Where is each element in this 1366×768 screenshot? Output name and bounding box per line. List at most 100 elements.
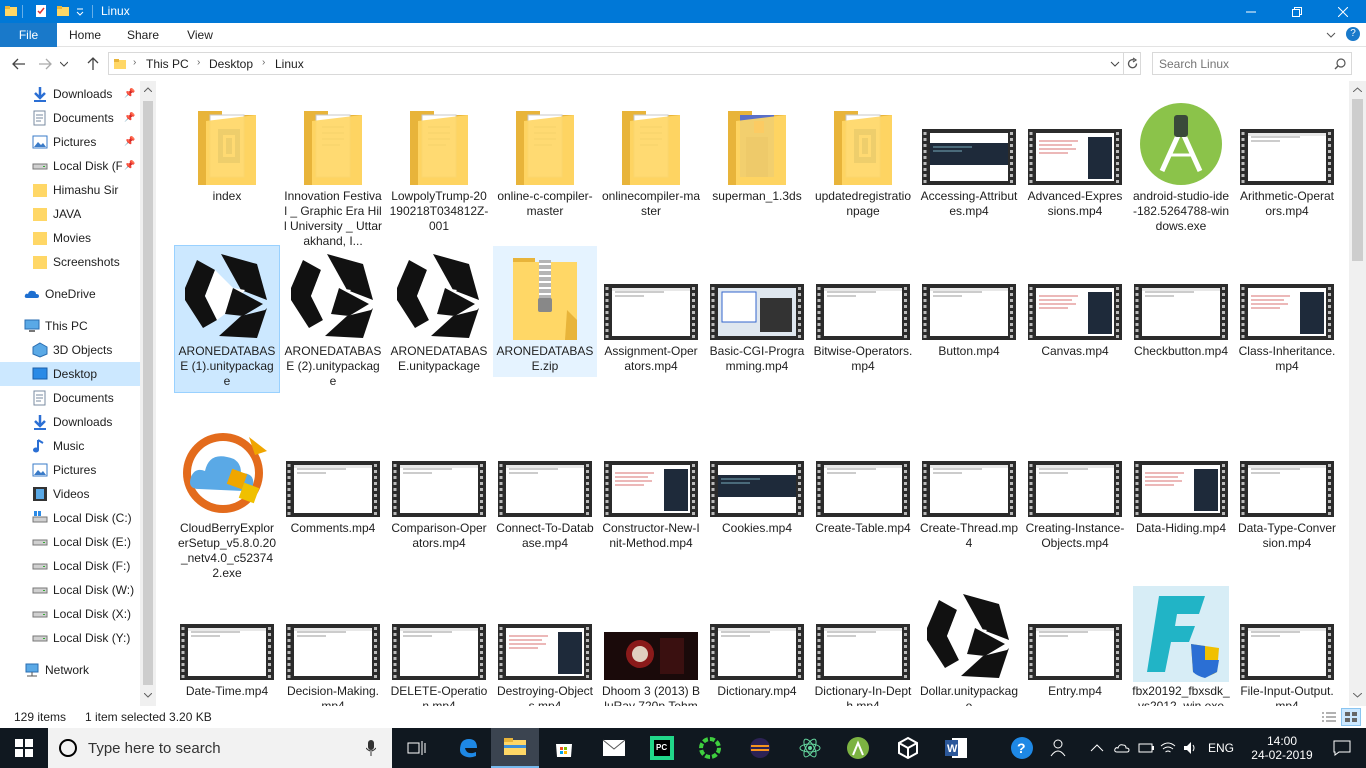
large-icons-view-button[interactable]	[1341, 708, 1361, 726]
file-item[interactable]: Checkbutton.mp4	[1129, 246, 1233, 362]
folder-item[interactable]: LowpolyTrump-20190218T034812Z-001	[387, 91, 491, 237]
android-studio-button[interactable]	[834, 728, 882, 768]
folder-item[interactable]: updatedregistrationpage	[811, 91, 915, 222]
breadcrumb-linux[interactable]: Linux	[275, 57, 304, 71]
nav-item-local-disk-e[interactable]: Local Disk (E:)	[0, 530, 140, 554]
folder-item[interactable]: Innovation Festival _ Graphic Era Hill U…	[281, 91, 385, 252]
nav-item-screenshots[interactable]: Screenshots	[0, 250, 140, 274]
edge-button[interactable]	[444, 728, 492, 768]
details-view-icon[interactable]	[1321, 710, 1337, 724]
file-item[interactable]: DELETE-Operation.mp4	[387, 586, 491, 706]
pin-icon[interactable]: 📌	[124, 160, 135, 171]
taskbar-search[interactable]: Type here to search	[48, 728, 392, 768]
file-item[interactable]: Comparison-Operators.mp4	[387, 423, 491, 554]
nav-item-pictures[interactable]: Pictures	[0, 130, 140, 154]
file-item[interactable]: Canvas.mp4	[1023, 246, 1127, 362]
file-item[interactable]: ARONEDATABASE.unitypackage	[387, 246, 491, 377]
file-item[interactable]: android-studio-ide-182.5264788-windows.e…	[1129, 91, 1233, 237]
pin-icon[interactable]: 📌	[124, 136, 135, 147]
folder-item[interactable]: superman_1.3ds	[705, 91, 809, 207]
nav-item-onedrive[interactable]: OneDrive	[0, 282, 140, 306]
cloud-sync-icon[interactable]	[1114, 740, 1132, 756]
file-item[interactable]: Bitwise-Operators.mp4	[811, 246, 915, 377]
scroll-down-icon[interactable]	[1353, 693, 1362, 698]
file-explorer-button[interactable]	[491, 728, 539, 768]
pycharm-button[interactable]: PC	[638, 728, 686, 768]
chevron-down-icon[interactable]	[75, 4, 85, 18]
folder-item[interactable]: index	[175, 91, 279, 207]
tab-file[interactable]: File	[0, 23, 57, 47]
nav-item-java[interactable]: JAVA	[0, 202, 140, 226]
start-button[interactable]	[0, 728, 48, 768]
file-item[interactable]: Comments.mp4	[281, 423, 385, 539]
file-item[interactable]: fbx20192_fbxsdk_vs2012_win.exe	[1129, 586, 1233, 706]
nav-item-music[interactable]: Music	[0, 434, 140, 458]
nav-item-local-disk-y[interactable]: Local Disk (Y:)	[0, 626, 140, 650]
scroll-up-icon[interactable]	[1353, 87, 1362, 92]
file-item[interactable]: Arithmetic-Operators.mp4	[1235, 91, 1339, 222]
nav-item-local-disk-f[interactable]: Local Disk (F:	[0, 154, 122, 178]
file-item[interactable]: Dhoom 3 (2013) BluRay 720p.Tehmovies_	[599, 586, 703, 706]
atom-button[interactable]	[786, 728, 834, 768]
nav-item-downloads[interactable]: Downloads	[0, 82, 140, 106]
task-view-button[interactable]	[393, 728, 441, 768]
eclipse-button[interactable]	[736, 728, 784, 768]
expand-ribbon-icon[interactable]	[1326, 31, 1336, 39]
file-item[interactable]: Dollar.unitypackage	[917, 586, 1021, 706]
file-item[interactable]: File-Input-Output.mp4	[1235, 586, 1339, 706]
file-item[interactable]: Creating-Instance-Objects.mp4	[1023, 423, 1127, 554]
breadcrumb-separator[interactable]: ›	[133, 57, 136, 68]
breadcrumb-separator[interactable]: ›	[197, 57, 200, 68]
help-icon[interactable]: ?	[1346, 27, 1360, 41]
file-item[interactable]: ARONEDATABASE (2).unitypackage	[281, 246, 385, 392]
new-folder-icon[interactable]	[56, 4, 70, 18]
file-item[interactable]: CloudBerryExplorerSetup_v5.8.0.20_netv4.…	[175, 423, 279, 584]
nav-item-local-disk-f[interactable]: Local Disk (F:)	[0, 554, 140, 578]
file-item[interactable]: Button.mp4	[917, 246, 1021, 362]
tab-share[interactable]: Share	[120, 23, 166, 47]
restore-button[interactable]	[1274, 0, 1320, 23]
people-button[interactable]	[1040, 728, 1080, 768]
nav-item-documents[interactable]: Documents	[0, 386, 140, 410]
scroll-up-icon[interactable]	[144, 87, 152, 92]
nav-item-desktop[interactable]: Desktop	[0, 362, 156, 386]
search-input[interactable]	[1159, 56, 1329, 72]
nav-scrollbar[interactable]	[140, 81, 156, 706]
nav-item-this-pc[interactable]: This PC	[0, 314, 140, 338]
up-button[interactable]	[84, 55, 102, 73]
file-item[interactable]: Entry.mp4	[1023, 586, 1127, 702]
file-item[interactable]: ARONEDATABASE.zip	[493, 246, 597, 377]
tab-view[interactable]: View	[177, 23, 223, 47]
action-center-button[interactable]	[1318, 728, 1366, 768]
word-button[interactable]: W	[932, 728, 980, 768]
file-item[interactable]: Class-Inheritance.mp4	[1235, 246, 1339, 377]
file-item[interactable]: Accessing-Attributes.mp4	[917, 91, 1021, 222]
file-item[interactable]: Connect-To-Database.mp4	[493, 423, 597, 554]
file-item[interactable]: Basic-CGI-Programming.mp4	[705, 246, 809, 377]
unity-button[interactable]	[884, 728, 932, 768]
breadcrumb-this-pc[interactable]: This PC	[146, 57, 189, 71]
nav-item-himashu-sir[interactable]: Himashu Sir	[0, 178, 140, 202]
folder-item[interactable]: online-c-compiler-master	[493, 91, 597, 222]
nav-item-downloads[interactable]: Downloads	[0, 410, 140, 434]
nav-item-videos[interactable]: Videos	[0, 482, 140, 506]
scroll-down-icon[interactable]	[144, 693, 152, 698]
file-item[interactable]: Cookies.mp4	[705, 423, 809, 539]
file-item[interactable]: Destroying-Objects.mp4	[493, 586, 597, 706]
nav-item-pictures[interactable]: Pictures	[0, 458, 140, 482]
file-item[interactable]: Constructor-New-Init-Method.mp4	[599, 423, 703, 554]
pin-icon[interactable]: 📌	[124, 112, 135, 123]
language-indicator[interactable]: ENG	[1208, 741, 1234, 755]
file-item[interactable]: Create-Table.mp4	[811, 423, 915, 539]
file-item[interactable]: Date-Time.mp4	[175, 586, 279, 702]
nav-item-local-disk-c[interactable]: Local Disk (C:)	[0, 506, 140, 530]
nav-item-local-disk-w[interactable]: Local Disk (W:)	[0, 578, 140, 602]
content-scroll-thumb[interactable]	[1352, 99, 1363, 261]
pin-icon[interactable]: 📌	[124, 88, 135, 99]
breadcrumb-separator[interactable]: ›	[262, 57, 265, 68]
close-button[interactable]	[1320, 0, 1366, 23]
app-green-ring-button[interactable]	[686, 728, 734, 768]
forward-button[interactable]	[36, 55, 54, 73]
microphone-icon[interactable]	[366, 740, 376, 756]
recent-locations-button[interactable]	[58, 55, 70, 73]
